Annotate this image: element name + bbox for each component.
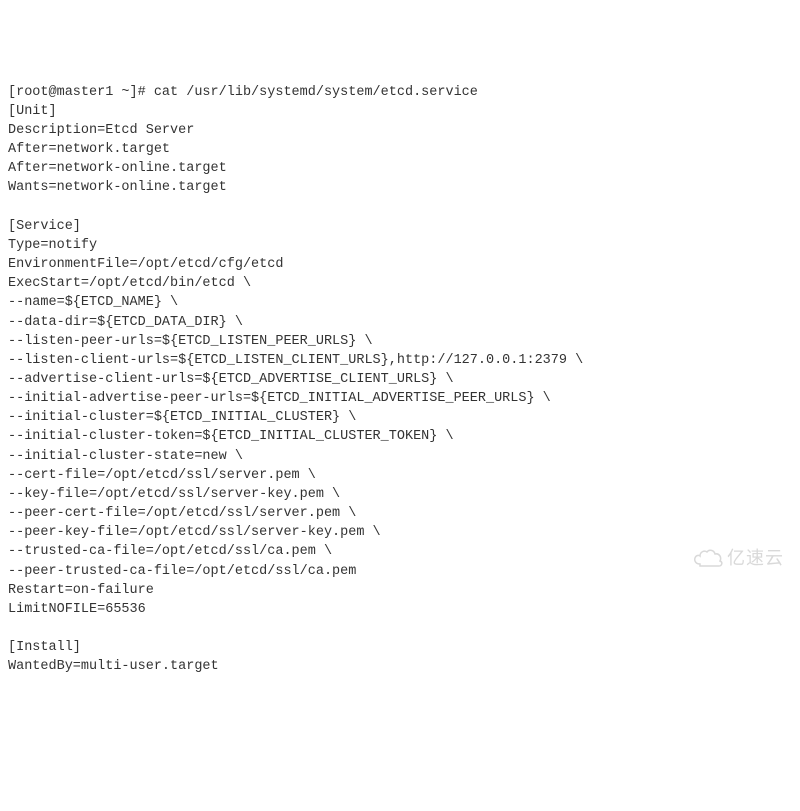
terminal-line: --initial-cluster=${ETCD_INITIAL_CLUSTER… xyxy=(8,408,792,427)
terminal-line: --listen-peer-urls=${ETCD_LISTEN_PEER_UR… xyxy=(8,332,792,351)
terminal-line: --peer-cert-file=/opt/etcd/ssl/server.pe… xyxy=(8,504,792,523)
terminal-line: --peer-trusted-ca-file=/opt/etcd/ssl/ca.… xyxy=(8,562,792,581)
terminal-line: --initial-cluster-token=${ETCD_INITIAL_C… xyxy=(8,427,792,446)
terminal-line: [Service] xyxy=(8,217,792,236)
terminal-line: LimitNOFILE=65536 xyxy=(8,600,792,619)
terminal-line: WantedBy=multi-user.target xyxy=(8,657,792,676)
terminal-line: --initial-advertise-peer-urls=${ETCD_INI… xyxy=(8,389,792,408)
terminal-line: --data-dir=${ETCD_DATA_DIR} \ xyxy=(8,313,792,332)
terminal-output: [root@master1 ~]# cat /usr/lib/systemd/s… xyxy=(8,83,792,677)
terminal-line: [Install] xyxy=(8,638,792,657)
terminal-line: EnvironmentFile=/opt/etcd/cfg/etcd xyxy=(8,255,792,274)
terminal-line: [Unit] xyxy=(8,102,792,121)
terminal-line: --trusted-ca-file=/opt/etcd/ssl/ca.pem \ xyxy=(8,542,792,561)
terminal-line: Type=notify xyxy=(8,236,792,255)
terminal-line: ExecStart=/opt/etcd/bin/etcd \ xyxy=(8,274,792,293)
terminal-line: --key-file=/opt/etcd/ssl/server-key.pem … xyxy=(8,485,792,504)
terminal-line: --listen-client-urls=${ETCD_LISTEN_CLIEN… xyxy=(8,351,792,370)
terminal-line: Description=Etcd Server xyxy=(8,121,792,140)
terminal-line: --advertise-client-urls=${ETCD_ADVERTISE… xyxy=(8,370,792,389)
terminal-line: After=network-online.target xyxy=(8,159,792,178)
terminal-line: After=network.target xyxy=(8,140,792,159)
terminal-line: --name=${ETCD_NAME} \ xyxy=(8,293,792,312)
terminal-line: --cert-file=/opt/etcd/ssl/server.pem \ xyxy=(8,466,792,485)
terminal-line: Wants=network-online.target xyxy=(8,178,792,197)
terminal-line: --initial-cluster-state=new \ xyxy=(8,447,792,466)
terminal-line: [root@master1 ~]# cat /usr/lib/systemd/s… xyxy=(8,83,792,102)
terminal-line: --peer-key-file=/opt/etcd/ssl/server-key… xyxy=(8,523,792,542)
terminal-line xyxy=(8,198,792,217)
terminal-line: Restart=on-failure xyxy=(8,581,792,600)
terminal-line xyxy=(8,619,792,638)
